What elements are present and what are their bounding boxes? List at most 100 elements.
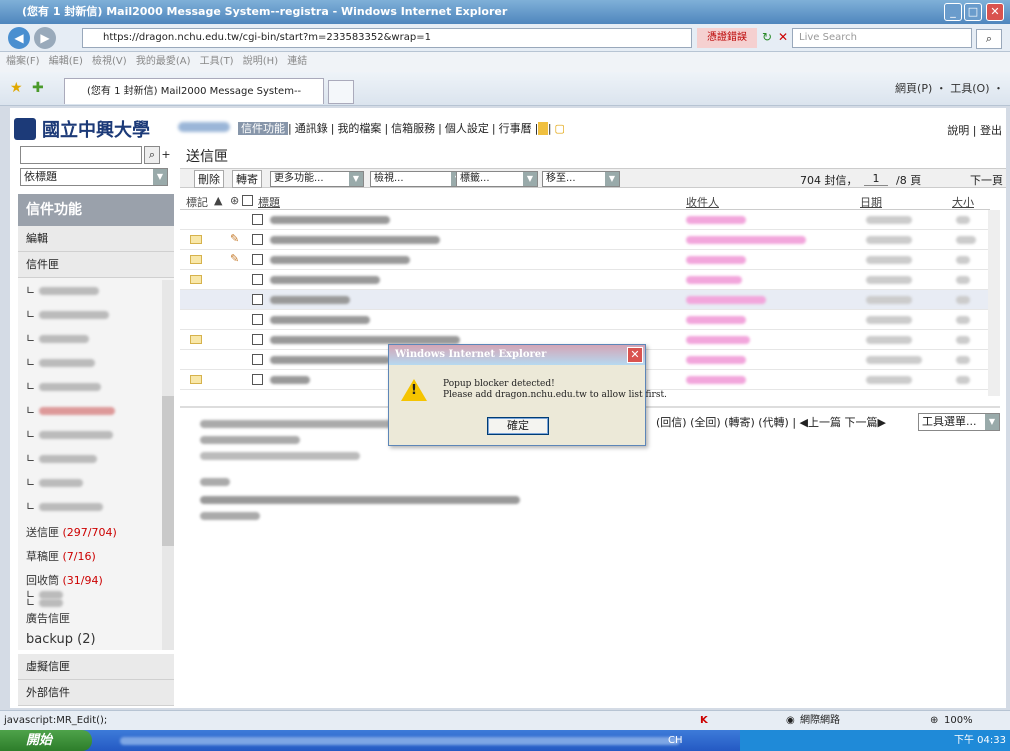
sidebar-item-inbox-folder[interactable]: 信件匣	[18, 252, 174, 278]
move-to-select[interactable]: 移至... ▼	[542, 171, 620, 187]
folder-item[interactable]: ∟	[26, 404, 115, 417]
table-row[interactable]	[180, 270, 990, 290]
menu-bar[interactable]: 檔案(F) 編輯(E) 檢視(V) 我的最愛(A) 工具(T) 說明(H) 連結	[0, 52, 1010, 72]
mail-search-input[interactable]	[20, 146, 142, 164]
stop-icon[interactable]: ✕	[778, 30, 788, 44]
forward-button[interactable]: ▶	[34, 27, 56, 49]
folder-backup[interactable]: backup (2)	[26, 632, 96, 647]
column-size[interactable]: 大小	[952, 194, 974, 210]
popup-blocked-icon[interactable]: K	[700, 711, 708, 731]
search-field-select[interactable]: 依標題 ▼	[20, 168, 168, 186]
maximize-button[interactable]: □	[964, 3, 982, 21]
minimize-button[interactable]: _	[944, 3, 962, 21]
search-icon[interactable]: ⌕	[144, 146, 160, 164]
row-checkbox[interactable]	[252, 214, 263, 225]
page-number-input[interactable]: 1	[864, 172, 888, 186]
tab-bar: ★ ✚ (您有 1 封新信) Mail2000 Message System--…	[0, 72, 1010, 123]
search-icon[interactable]: ⌕	[976, 29, 1002, 49]
folder-label: 廣告信匣	[26, 612, 70, 625]
delete-button[interactable]: 刪除	[194, 170, 224, 188]
close-window-button[interactable]: ✕	[986, 3, 1004, 21]
row-checkbox[interactable]	[252, 374, 263, 385]
column-subject[interactable]: 標題	[258, 194, 280, 210]
folder-item[interactable]: ∟	[26, 428, 113, 441]
folder-ads[interactable]: 廣告信匣	[26, 610, 70, 626]
folder-item[interactable]: ∟	[26, 476, 83, 489]
list-scrollbar[interactable]	[988, 210, 1000, 396]
column-mark[interactable]: 標記	[186, 194, 208, 210]
certificate-error-badge[interactable]: 憑證錯誤	[697, 28, 757, 48]
help-link[interactable]: 說明	[947, 124, 969, 137]
preview-actions[interactable]: (回信) (全回) (轉寄) (代轉) | ◀上一篇 下一篇▶	[656, 414, 886, 430]
sidebar-item-label: 信件匣	[26, 258, 59, 271]
ie-command-bar[interactable]: 網頁(P) ・ 工具(O) ・	[895, 80, 1004, 96]
row-checkbox[interactable]	[252, 314, 263, 325]
add-favorites-icon[interactable]: ✚	[32, 80, 44, 96]
column-date[interactable]: 日期	[860, 194, 882, 210]
row-checkbox[interactable]	[252, 274, 263, 285]
folder-item[interactable]: ∟	[26, 588, 63, 601]
advanced-search-button[interactable]: +	[160, 146, 172, 164]
select-all-checkbox[interactable]	[242, 195, 253, 206]
back-button[interactable]: ◀	[8, 27, 30, 49]
new-tab-button[interactable]	[328, 80, 354, 104]
flag-icon[interactable]: ▲	[214, 194, 222, 207]
folder-item[interactable]: ∟	[26, 356, 95, 369]
folder-item[interactable]: ∟	[26, 332, 89, 345]
ok-button[interactable]: 確定	[487, 417, 549, 435]
zoom-level[interactable]: 100%	[944, 711, 973, 731]
sidebar-item-edit[interactable]: 編輯	[18, 226, 174, 252]
dialog-close-button[interactable]: ✕	[627, 347, 643, 363]
folder-sent[interactable]: 送信匣 (297/704)	[26, 524, 117, 540]
table-row[interactable]	[180, 290, 990, 310]
row-checkbox[interactable]	[252, 334, 263, 345]
start-button[interactable]: 開始	[0, 730, 92, 751]
table-row[interactable]	[180, 210, 990, 230]
folder-item[interactable]: ∟	[26, 500, 103, 513]
tab-mail2000[interactable]: (您有 1 封新信) Mail2000 Message System--regi…	[64, 78, 324, 123]
notes-icon[interactable]	[538, 122, 548, 135]
zoom-icon[interactable]: ⊕	[930, 711, 938, 731]
tab-address-book[interactable]: 通訊錄	[292, 122, 331, 135]
attachment-icon[interactable]: ⊛	[230, 194, 239, 207]
sidebar-item-external-mail[interactable]: 外部信件	[18, 680, 174, 706]
table-row[interactable]	[180, 310, 990, 330]
clock[interactable]: 下午 04:33	[954, 730, 1006, 751]
mail-toolbar: 刪除 轉寄 更多功能... ▼ 檢視...▼ 標籤... ▼ 移至... ▼ 704 …	[180, 168, 1006, 188]
row-checkbox[interactable]	[252, 254, 263, 265]
next-page-link[interactable]: 下一頁	[970, 172, 1003, 188]
tab-my-files[interactable]: 我的檔案	[334, 122, 384, 135]
tab-mail-functions[interactable]: 信件功能	[238, 122, 288, 135]
dialog-line-1: Popup blocker detected!	[443, 379, 555, 389]
tag-select[interactable]: 標籤... ▼	[456, 171, 538, 187]
column-recipient[interactable]: 收件人	[686, 194, 719, 210]
folder-drafts[interactable]: 草稿匣 (7/16)	[26, 548, 96, 564]
sidebar-item-virtual-folders[interactable]: 虛擬信匣	[18, 654, 174, 680]
folder-trash[interactable]: 回收筒 (31/94)	[26, 572, 103, 588]
tab-mailbox-services[interactable]: 信箱服務	[388, 122, 438, 135]
folder-item[interactable]: ∟	[26, 452, 97, 465]
chevron-down-icon: ▼	[605, 172, 619, 186]
memo-icon[interactable]: ▢	[552, 122, 568, 135]
tab-personal-settings[interactable]: 個人設定	[442, 122, 492, 135]
folder-item[interactable]: ∟	[26, 284, 99, 297]
row-checkbox[interactable]	[252, 234, 263, 245]
address-input[interactable]: https://dragon.nchu.edu.tw/cgi-bin/start…	[82, 28, 692, 48]
more-actions-select[interactable]: 更多功能... ▼	[270, 171, 364, 187]
table-row[interactable]: ✎	[180, 230, 990, 250]
tab-calendar[interactable]: 行事曆	[496, 122, 535, 135]
table-row[interactable]: ✎	[180, 250, 990, 270]
folder-scrollbar-thumb[interactable]	[162, 396, 174, 546]
view-select[interactable]: 檢視...▼	[370, 171, 466, 187]
forward-mail-button[interactable]: 轉寄	[232, 170, 262, 188]
row-checkbox[interactable]	[252, 354, 263, 365]
live-search-input[interactable]: Live Search	[792, 28, 972, 48]
logout-link[interactable]: 登出	[980, 124, 1002, 137]
language-indicator[interactable]: CH	[668, 730, 683, 751]
folder-item[interactable]: ∟	[26, 380, 101, 393]
refresh-icon[interactable]: ↻	[762, 30, 772, 44]
folder-item[interactable]: ∟	[26, 308, 109, 321]
favorites-star-icon[interactable]: ★	[10, 80, 23, 96]
tools-menu-select[interactable]: 工具選單... ▼	[918, 413, 1000, 431]
row-checkbox[interactable]	[252, 294, 263, 305]
